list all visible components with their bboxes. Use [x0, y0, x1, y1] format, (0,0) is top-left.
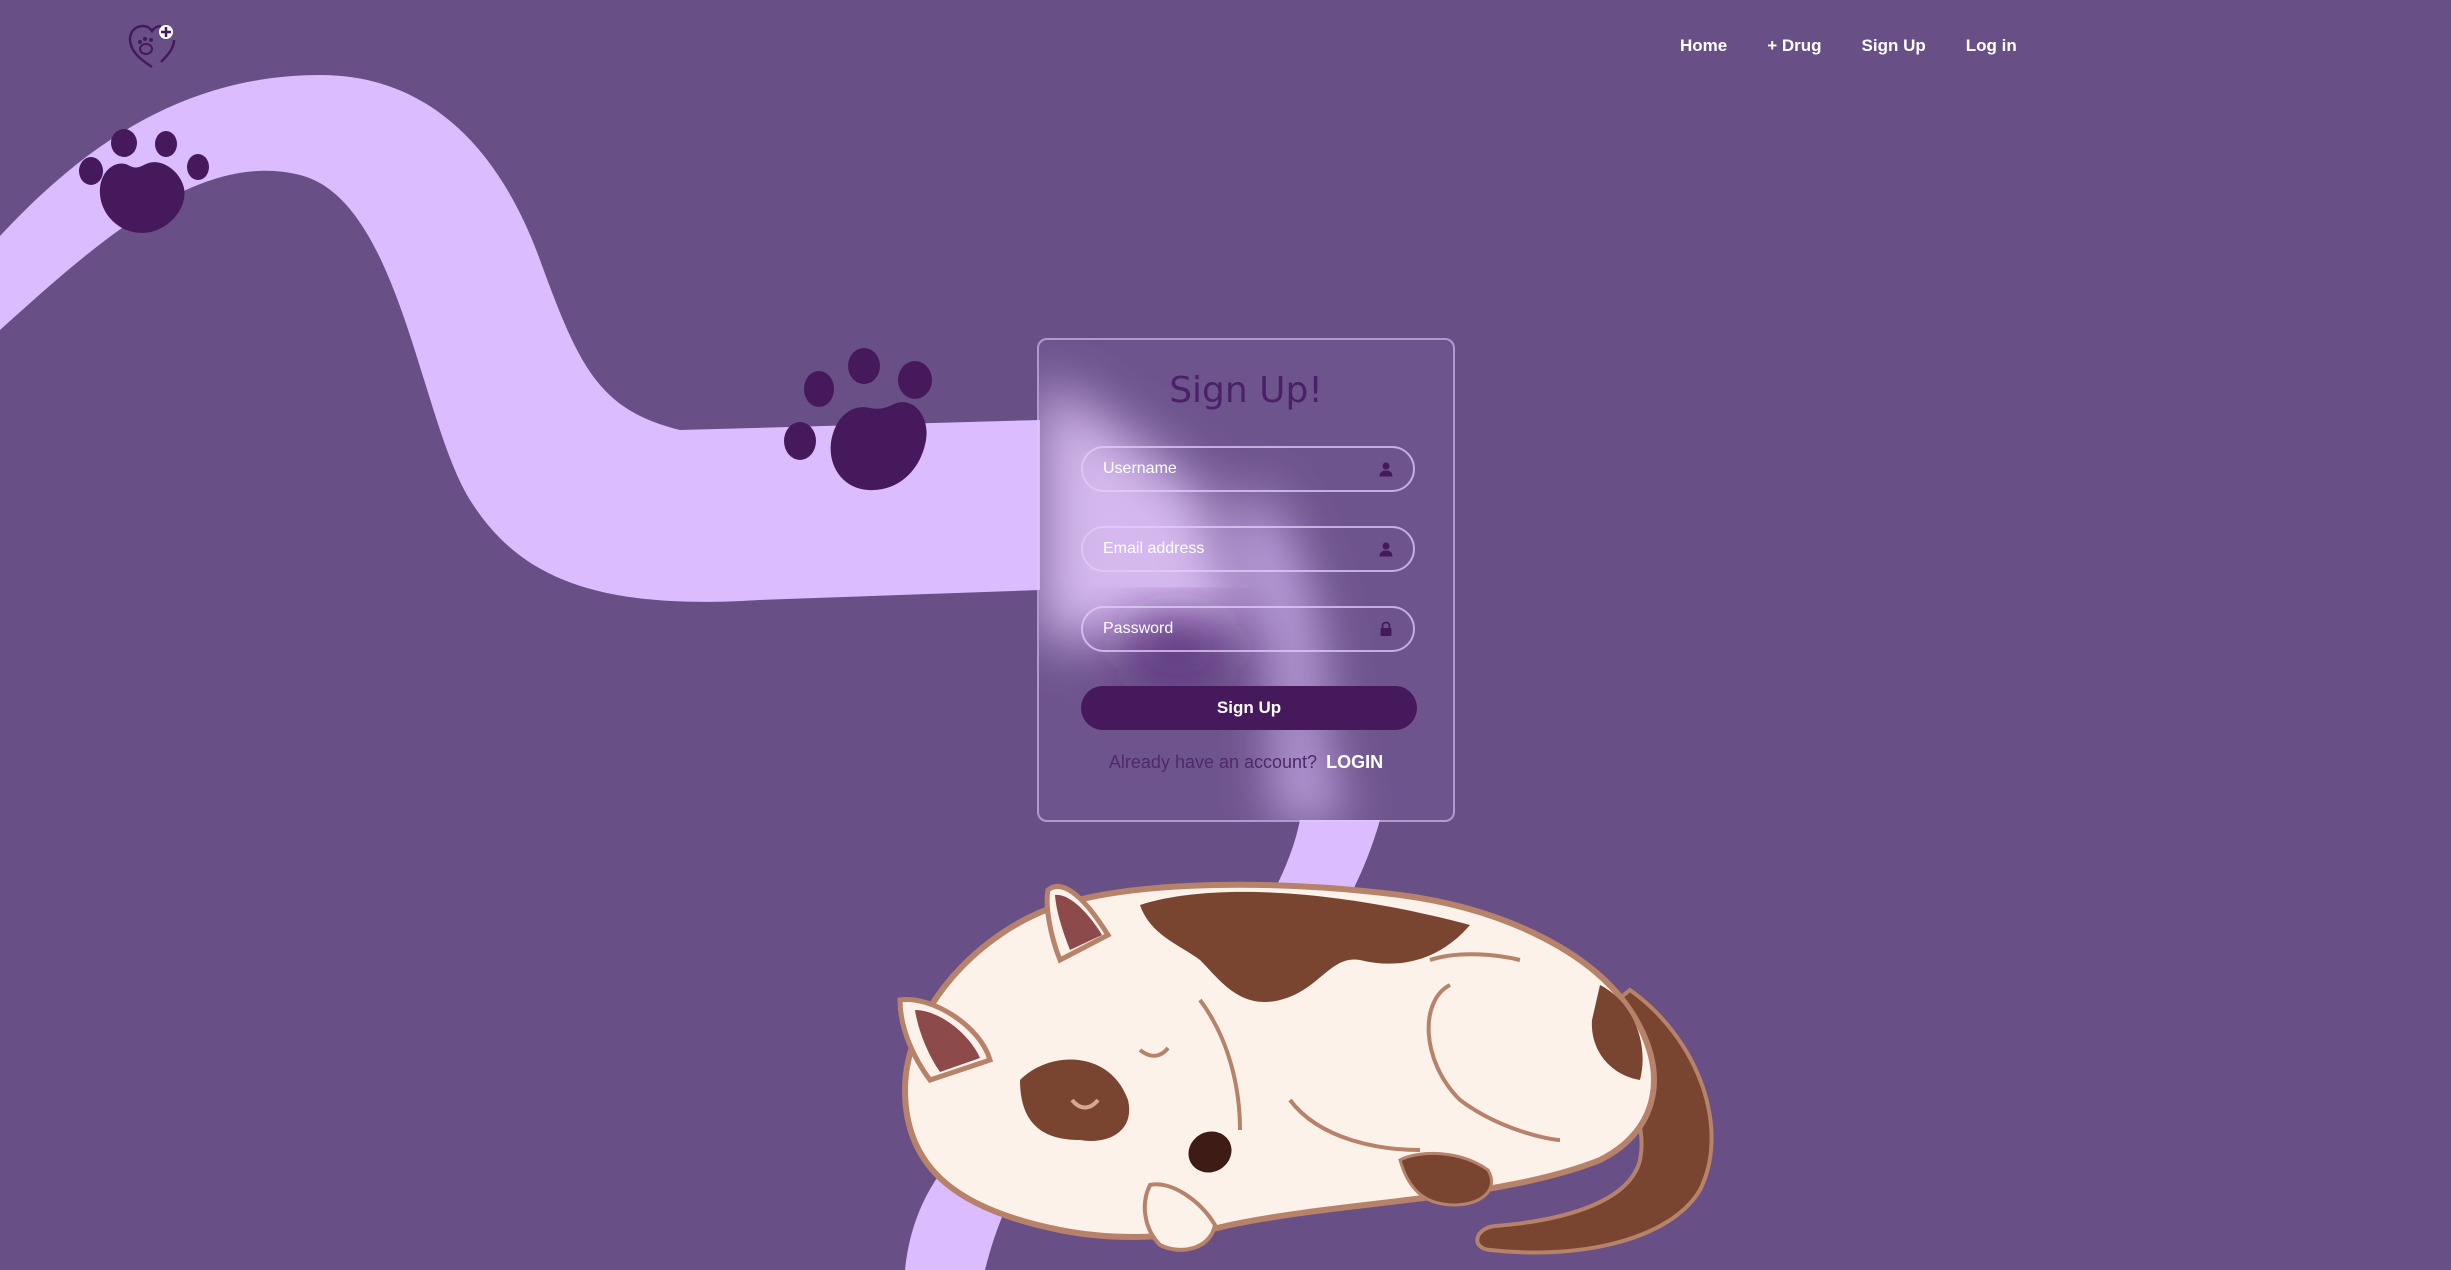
lock-icon — [1377, 620, 1395, 638]
card-glass-effect — [1039, 379, 1347, 820]
user-icon — [1377, 460, 1395, 478]
login-prompt-text: Already have an account? — [1108, 752, 1318, 772]
nav-home[interactable]: Home — [1680, 36, 1727, 56]
email-input[interactable] — [1083, 527, 1377, 571]
site-logo[interactable] — [126, 22, 178, 72]
username-field[interactable] — [1081, 446, 1415, 492]
login-link[interactable]: LOGIN — [1326, 752, 1383, 772]
nav-sign-up[interactable]: Sign Up — [1862, 36, 1926, 56]
main-nav: Home + Drug Sign Up Log in — [1680, 36, 2057, 56]
signup-title: Sign Up! — [1169, 370, 1323, 411]
nav-add-drug[interactable]: + Drug — [1767, 36, 1821, 56]
signup-button[interactable]: Sign Up — [1081, 686, 1417, 730]
sleeping-cat-illustration — [897, 881, 1714, 1255]
username-input[interactable] — [1083, 447, 1377, 491]
user-icon — [1377, 540, 1395, 558]
password-field[interactable] — [1081, 606, 1415, 652]
signup-card: Sign Up! Sign Up Already have an account… — [1037, 338, 1455, 822]
password-input[interactable] — [1083, 607, 1377, 651]
email-field[interactable] — [1081, 526, 1415, 572]
winding-path — [0, 75, 1040, 602]
heart-paw-plus-icon — [128, 24, 176, 69]
login-prompt: Already have an account? LOGIN — [1039, 752, 1453, 773]
page: Home + Drug Sign Up Log in Sign Up! User… — [0, 0, 2451, 1270]
nav-log-in[interactable]: Log in — [1966, 36, 2017, 56]
